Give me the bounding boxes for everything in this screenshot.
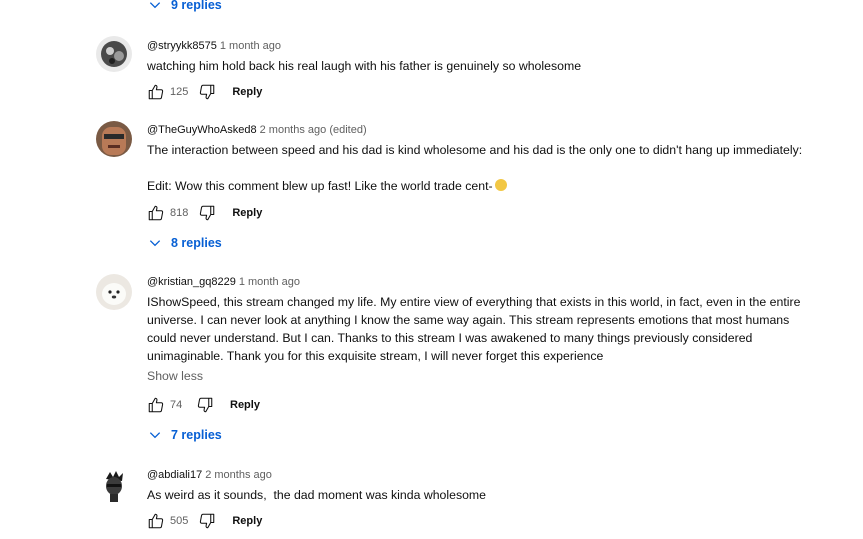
reply-button[interactable]: Reply	[232, 515, 262, 527]
like-count: 74	[170, 399, 183, 411]
thumb-down-icon	[197, 397, 213, 413]
replies-toggle-label: 7 replies	[171, 428, 222, 442]
comment-time[interactable]: 1 month ago	[239, 276, 300, 288]
comment-text-line: As weird as it sounds, the dad moment wa…	[147, 488, 487, 502]
replies-toggle-label: 8 replies	[171, 236, 222, 250]
comment-body: @abdiali17 2 months ago As weird as it so…	[147, 468, 827, 504]
comment-author[interactable]: @abdiali17	[147, 469, 202, 481]
comment-actions: 125 Reply	[145, 82, 262, 102]
avatar[interactable]	[96, 467, 132, 503]
comment-text-line: watching him hold back his real laugh wi…	[147, 59, 582, 73]
comment-time[interactable]: 1 month ago	[220, 40, 281, 52]
comment-actions: 74 Reply	[145, 395, 260, 415]
reply-button[interactable]: Reply	[232, 86, 262, 98]
thumb-down-icon	[200, 84, 215, 100]
like-button[interactable]	[145, 82, 167, 102]
like-button[interactable]	[145, 395, 167, 415]
comment-meta: @stryykk8575 1 month ago	[147, 39, 827, 53]
reply-button[interactable]: Reply	[230, 399, 260, 411]
comment-time[interactable]: 2 months ago (edited)	[260, 124, 367, 136]
thumb-down-icon	[200, 205, 215, 221]
comment-body: @TheGuyWhoAsked8 2 months ago (edited) Th…	[147, 123, 827, 195]
replies-toggle-label: 9 replies	[171, 0, 222, 12]
comment-text-line: Edit: Wow this comment blew up fast! Lik…	[147, 177, 827, 195]
chevron-down-icon	[149, 2, 161, 9]
comment-edit-text: Edit: Wow this comment blew up fast! Lik…	[147, 179, 493, 193]
like-count: 505	[170, 515, 189, 527]
face-emoji-icon	[494, 179, 507, 191]
thumb-up-icon	[148, 84, 164, 100]
replies-toggle[interactable]: 7 replies	[148, 428, 222, 442]
like-count: 818	[170, 207, 189, 219]
dislike-button[interactable]	[196, 203, 218, 223]
thumb-up-icon	[148, 397, 164, 413]
like-count: 125	[170, 86, 189, 98]
avatar[interactable]	[96, 274, 132, 310]
comment-author[interactable]: @stryykk8575	[147, 40, 217, 52]
chevron-down-icon	[149, 432, 161, 439]
comment-body: @stryykk8575 1 month ago watching him hol…	[147, 39, 827, 75]
thumb-up-icon	[148, 513, 164, 529]
replies-toggle[interactable]: 9 replies	[148, 0, 222, 12]
comment-text-line: The interaction between speed and his da…	[147, 143, 803, 157]
comment-text: The interaction between speed and his da…	[147, 141, 827, 195]
show-less-button[interactable]: Show less	[147, 369, 827, 383]
comment-author[interactable]: @TheGuyWhoAsked8	[147, 124, 257, 136]
comment-meta: @TheGuyWhoAsked8 2 months ago (edited)	[147, 123, 827, 137]
comment-text-line: IShowSpeed, this stream changed my life.…	[147, 295, 801, 363]
comment-actions: 505 Reply	[145, 511, 262, 531]
comment-meta: @kristian_gq8229 1 month ago	[147, 275, 827, 289]
comment-text: IShowSpeed, this stream changed my life.…	[147, 293, 822, 365]
dislike-button[interactable]	[194, 395, 216, 415]
comment-text: As weird as it sounds, the dad moment wa…	[147, 486, 827, 504]
comment-meta: @abdiali17 2 months ago	[147, 468, 827, 482]
like-button[interactable]	[145, 511, 167, 531]
thumb-up-icon	[148, 205, 164, 221]
comment-text: watching him hold back his real laugh wi…	[147, 57, 827, 75]
like-button[interactable]	[145, 203, 167, 223]
comment-time[interactable]: 2 months ago	[205, 469, 272, 481]
chevron-down-icon	[149, 240, 161, 247]
avatar[interactable]	[96, 121, 132, 157]
dislike-button[interactable]	[196, 82, 218, 102]
thumb-down-icon	[200, 513, 215, 529]
avatar[interactable]	[96, 36, 132, 72]
reply-button[interactable]: Reply	[232, 207, 262, 219]
comment-author[interactable]: @kristian_gq8229	[147, 276, 236, 288]
replies-toggle[interactable]: 8 replies	[148, 236, 222, 250]
comment-body: @kristian_gq8229 1 month ago IShowSpeed, …	[147, 275, 827, 383]
comment-actions: 818 Reply	[145, 203, 262, 223]
dislike-button[interactable]	[196, 511, 218, 531]
